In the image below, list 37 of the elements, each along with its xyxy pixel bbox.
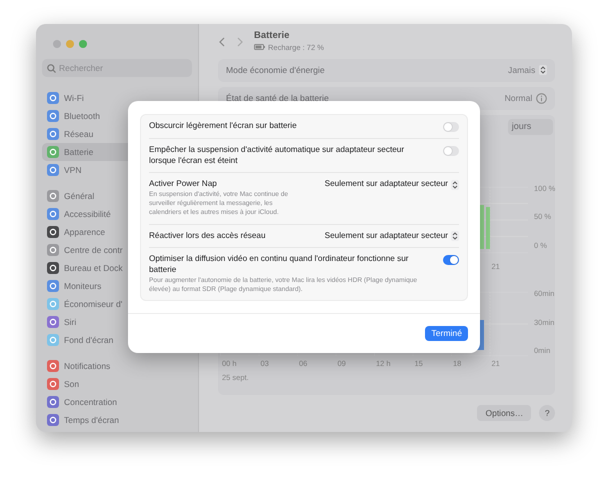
sidebar-item[interactable]: Siri — [42, 313, 192, 331]
info-icon[interactable] — [536, 92, 548, 104]
sidebar-item[interactable]: Son — [42, 375, 192, 393]
zoom-button[interactable] — [79, 40, 87, 48]
close-button[interactable] — [53, 40, 61, 48]
toggle-switch[interactable] — [443, 122, 459, 132]
page-title: Batterie — [254, 31, 290, 42]
back-icon[interactable] — [218, 37, 226, 47]
setting-label: Obscurcir légèrement l'écran sur batterie — [149, 121, 298, 132]
setting-label: Mode économie d'énergie — [226, 64, 325, 77]
search-icon — [47, 64, 56, 73]
range-tab[interactable]: jours — [508, 119, 554, 135]
minimize-button[interactable] — [66, 40, 74, 48]
setting-label: Activer Power Nap — [149, 179, 218, 190]
sidebar-item[interactable]: Temps d'écran — [42, 411, 192, 429]
toggle-switch[interactable] — [443, 146, 459, 156]
setting-value[interactable]: Jamais — [508, 64, 536, 77]
forward-icon[interactable] — [236, 37, 244, 47]
setting-label: Optimiser la diffusion vidéo en continu quand l'ordinateur fonctionne sur batterie — [149, 254, 410, 276]
sidebar-item[interactable]: Concentration — [42, 393, 192, 411]
toggle-switch[interactable] — [443, 255, 459, 266]
setting-value: Normal — [504, 92, 532, 105]
sidebar-item[interactable]: Économiseur d' — [42, 295, 192, 313]
popup-menu[interactable]: Seulement sur adaptateur secteur — [324, 179, 459, 190]
sidebar-item[interactable]: Notifications — [42, 357, 192, 375]
setting-label: Réactiver lors des accès réseau — [149, 230, 266, 242]
options-button[interactable]: Options… — [477, 405, 532, 421]
setting-label: État de santé de la batterie — [226, 92, 329, 105]
help-button[interactable]: ? — [539, 405, 556, 421]
done-button[interactable]: Terminé — [425, 326, 468, 342]
updown-chevron-icon[interactable] — [539, 65, 548, 76]
popup-menu[interactable]: Seulement sur adaptateur secteur — [324, 230, 459, 242]
updown-chevron-icon — [451, 230, 459, 241]
sidebar-item[interactable]: Wi-Fi — [42, 89, 192, 107]
sidebar-item[interactable]: Fond d'écran — [42, 331, 192, 349]
battery-icon — [254, 44, 265, 50]
updown-chevron-icon — [451, 180, 459, 190]
